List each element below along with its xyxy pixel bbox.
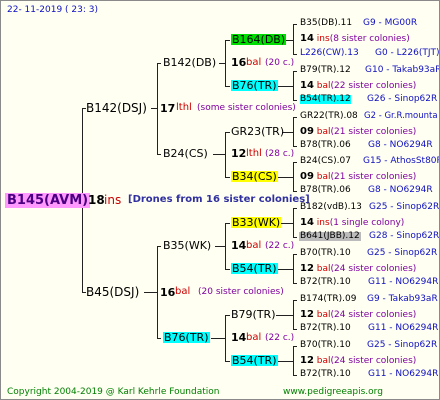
gen3-queen-4[interactable]: B34(CS) bbox=[231, 171, 278, 182]
gen2-note-2: (28 c.) bbox=[265, 149, 295, 159]
gen4-line-7: G15 - AthosSt80R bbox=[363, 156, 440, 166]
gen4-queen-5[interactable]: GR22(TR).08 bbox=[300, 112, 358, 121]
gen3-queen-7[interactable]: B79(TR) bbox=[231, 309, 276, 320]
gen3-detail-1: 14 ins(8 sister colonies) bbox=[300, 33, 410, 44]
gen1-note-1: (some sister colonies) bbox=[197, 103, 296, 113]
gen4-line-10: G28 - Sinop62R bbox=[369, 231, 440, 241]
gen3-detail-7: 12 bal(24 sister colonies) bbox=[300, 309, 417, 320]
website-link[interactable]: www.pedigreeapis.org bbox=[283, 388, 383, 397]
gen3-queen-6[interactable]: B54(TR) bbox=[231, 263, 278, 274]
gen2-queen-1[interactable]: B142(DB) bbox=[163, 57, 216, 68]
gen4-line-14: G11 - NO6294R bbox=[368, 323, 439, 333]
date-stamp: 22- 11-2019 ( 23: 3) bbox=[7, 5, 98, 15]
gen2-code-2: lthl bbox=[246, 148, 262, 159]
gen2-year-4: 14 bbox=[231, 331, 247, 344]
gen3-queen-8[interactable]: B54(TR) bbox=[231, 355, 278, 366]
gen4-line-3: G10 - Takab93aR bbox=[365, 65, 440, 75]
gen4-queen-14[interactable]: B72(TR).10 bbox=[300, 324, 351, 333]
gen4-line-5: G2 - Gr.R.mounta bbox=[364, 111, 438, 121]
gen4-line-1: G9 - MG00R bbox=[363, 18, 418, 28]
gen3-queen-5[interactable]: B33(WK) bbox=[231, 217, 282, 228]
gen2-year-2: 12 bbox=[231, 147, 247, 160]
gen4-queen-4[interactable]: B54(TR).12 bbox=[300, 95, 351, 104]
gen2-note-3: (22 c.) bbox=[265, 241, 295, 251]
gen2-code-1: bal bbox=[246, 57, 262, 68]
gen4-line-16: G11 - NO6294R bbox=[368, 369, 439, 379]
gen2-year-3: 14 bbox=[231, 239, 247, 252]
gen2-code-3: bal bbox=[246, 240, 262, 251]
gen1-year-1: 17 bbox=[160, 102, 176, 115]
gen3-detail-5: 14 ins(1 single colony) bbox=[300, 217, 405, 228]
gen4-queen-10[interactable]: B641(JBB).12 bbox=[299, 232, 361, 241]
gen3-queen-1[interactable]: B164(DB) bbox=[231, 34, 287, 45]
gen2-year-1: 16 bbox=[231, 56, 247, 69]
gen4-queen-8[interactable]: B78(TR).06 bbox=[300, 186, 351, 195]
gen4-line-11: G25 - Sinop62R bbox=[367, 248, 438, 258]
gen4-queen-6[interactable]: B78(TR).06 bbox=[300, 141, 351, 150]
gen4-queen-13[interactable]: B174(TR).09 bbox=[300, 295, 356, 304]
gen4-queen-9[interactable]: B182(vdB).13 bbox=[300, 203, 362, 212]
gen4-line-13: G9 - Takab93aR bbox=[367, 294, 438, 304]
gen4-queen-3[interactable]: B79(TR).12 bbox=[300, 66, 351, 75]
pedigree-chart: 22- 11-2019 ( 23: 3) Copyright 2004-2019… bbox=[0, 0, 440, 400]
gen4-line-8: G8 - NO6294R bbox=[368, 185, 433, 195]
gen4-queen-7[interactable]: B24(CS).07 bbox=[300, 157, 351, 166]
root-ins: ins bbox=[104, 193, 122, 207]
gen2-code-4: bal bbox=[246, 332, 262, 343]
gen1-queen-2[interactable]: B45(DSJ) bbox=[86, 286, 139, 298]
gen1-code-2: bal bbox=[175, 286, 191, 297]
gen4-queen-2[interactable]: L226(CW).13 bbox=[300, 49, 359, 58]
gen1-note-2: (20 sister colonies) bbox=[198, 287, 284, 297]
gen3-detail-8: 12 bal(24 sister colonies) bbox=[300, 355, 417, 366]
gen2-queen-3[interactable]: B35(WK) bbox=[163, 240, 211, 251]
gen3-detail-4: 09 bal(21 sister colonies) bbox=[300, 171, 417, 182]
gen3-queen-2[interactable]: B76(TR) bbox=[231, 80, 278, 91]
gen2-queen-2[interactable]: B24(CS) bbox=[163, 148, 208, 159]
gen4-queen-15[interactable]: B70(TR).10 bbox=[300, 341, 351, 350]
gen4-queen-1[interactable]: B35(DB).11 bbox=[300, 19, 352, 28]
gen4-line-15: G25 - Sinop62R bbox=[367, 340, 438, 350]
root-year: 18 bbox=[88, 193, 105, 207]
gen4-line-12: G11 - NO6294R bbox=[368, 277, 439, 287]
gen1-year-2: 16 bbox=[160, 286, 176, 299]
gen3-detail-6: 12 bal(24 sister colonies) bbox=[300, 263, 417, 274]
root-note: [Drones from 16 sister colonies] bbox=[128, 194, 310, 205]
gen4-line-6: G8 - NO6294R bbox=[368, 140, 433, 150]
gen1-queen-1[interactable]: B142(DSJ) bbox=[86, 102, 147, 114]
gen4-line-4: G26 - Sinop62R bbox=[367, 94, 438, 104]
gen4-queen-16[interactable]: B72(TR).10 bbox=[300, 370, 351, 379]
gen4-queen-11[interactable]: B70(TR).10 bbox=[300, 249, 351, 258]
gen3-queen-3[interactable]: GR23(TR) bbox=[231, 126, 284, 137]
root-queen[interactable]: B145(AVM) bbox=[5, 193, 91, 208]
gen2-note-1: (20 c.) bbox=[265, 58, 295, 68]
copyright-text: Copyright 2004-2019 @ Karl Kehrle Founda… bbox=[7, 387, 220, 397]
gen4-line-9: G25 - Sinop62R bbox=[369, 202, 440, 212]
gen3-detail-2: 14 bal(22 sister colonies) bbox=[300, 80, 417, 91]
gen1-code-1: lthl bbox=[176, 102, 192, 113]
gen4-line-2: G0 - L226(TJT) bbox=[375, 48, 440, 58]
gen2-queen-4[interactable]: B76(TR) bbox=[163, 332, 210, 343]
gen2-note-4: (22 c.) bbox=[265, 333, 295, 343]
gen4-queen-12[interactable]: B72(TR).10 bbox=[300, 278, 351, 287]
gen3-detail-3: 09 bal(21 sister colonies) bbox=[300, 126, 417, 137]
